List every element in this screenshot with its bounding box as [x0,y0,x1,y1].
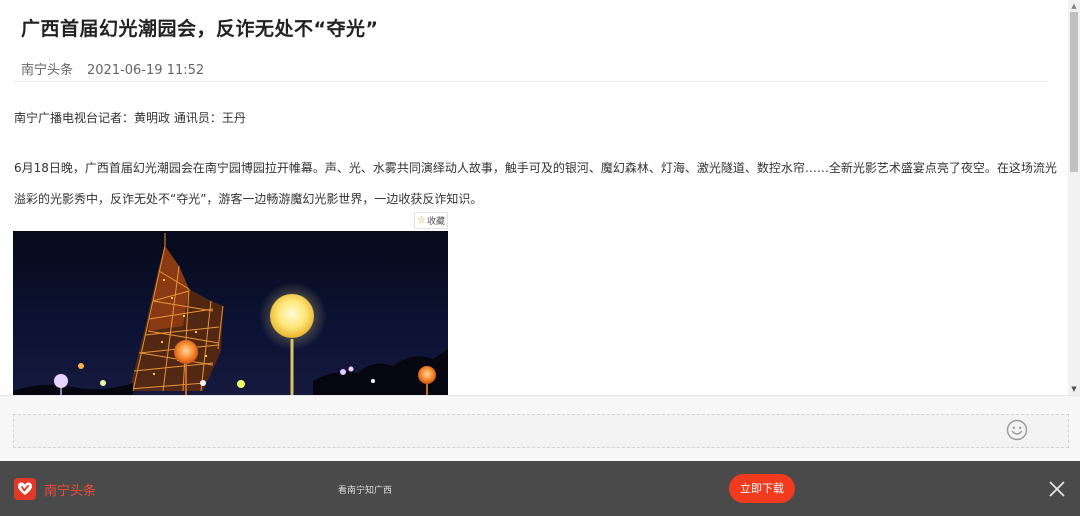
article-source[interactable]: 南宁头条 [21,63,73,78]
article-byline: 南宁广播电视台记者：黄明政 通讯员：王丹 [14,111,246,125]
favorite-button[interactable]: ☆ 收藏 [414,212,448,229]
smiley-icon[interactable] [1006,419,1028,441]
download-button[interactable]: 立即下载 [729,474,795,503]
scroll-up-icon[interactable]: ▲ [1068,0,1080,12]
vertical-scrollbar[interactable]: ▲ ▼ [1068,0,1080,395]
header-divider [14,81,1048,82]
night-light-show-image [13,233,448,395]
article-datetime: 2021-06-19 11:52 [87,63,205,78]
article-meta: 南宁头条 2021-06-19 11:52 [21,59,204,78]
close-icon[interactable] [1048,480,1066,498]
article-content: 广西首届幻光潮园会，反诈无处不“夺光” 南宁头条 2021-06-19 11:52… [0,0,1068,395]
tower-structure [128,233,224,392]
article-photo [13,231,448,395]
app-download-bar: 南宁头条 看南宁知广西 立即下载 [0,461,1080,516]
scrollbar-thumb[interactable] [1070,12,1078,172]
favorite-label: 收藏 [426,217,445,227]
star-icon: ☆ [417,215,426,226]
app-slogan: 看南宁知广西 [338,486,393,496]
scroll-down-icon[interactable]: ▼ [1068,383,1080,395]
heart-logo-icon [14,478,36,500]
article-paragraph: 6月18日晚，广西首届幻光潮园会在南宁园博园拉开帷幕。声、光、水雾共同演绎动人故… [14,161,1057,206]
article-title: 广西首届幻光潮园会，反诈无处不“夺光” [21,18,379,40]
comment-area [0,395,1080,461]
app-brand-name: 南宁头条 [44,484,97,499]
comment-input[interactable] [13,414,1069,448]
